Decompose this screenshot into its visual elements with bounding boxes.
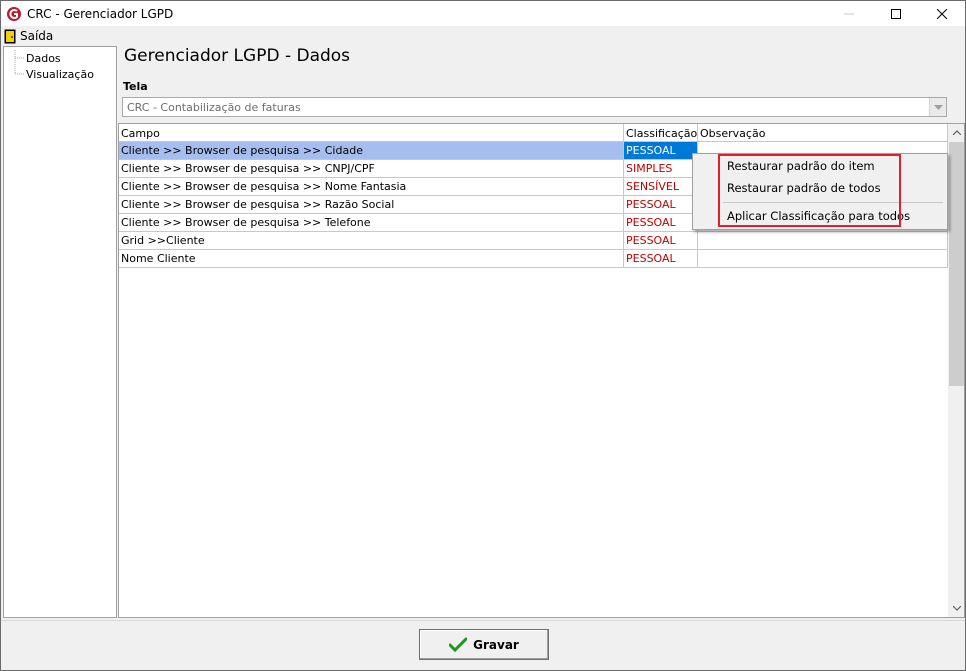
scrollbar-thumb[interactable]: [949, 142, 964, 386]
grid-header: Campo Classificação Observação: [119, 124, 948, 142]
cell-observacao[interactable]: [698, 250, 948, 268]
close-button[interactable]: [919, 1, 965, 26]
cell-campo[interactable]: Cliente >> Browser de pesquisa >> Nome F…: [119, 178, 624, 196]
column-header-campo[interactable]: Campo: [119, 124, 624, 142]
cell-campo[interactable]: Cliente >> Browser de pesquisa >> Cidade: [119, 142, 624, 160]
footer-divider: [1, 620, 965, 621]
title-bar: CRC - Gerenciador LGPD: [1, 1, 965, 26]
tree-item-dados[interactable]: Dados: [4, 50, 61, 66]
cell-classificacao[interactable]: PESSOAL: [624, 232, 698, 250]
maximize-icon: [891, 8, 901, 19]
menu-item-restore-item[interactable]: Restaurar padrão do item: [727, 159, 875, 173]
minimize-button[interactable]: [826, 1, 872, 26]
menu-exit-label: Saída: [20, 29, 54, 43]
table-row[interactable]: Nome Cliente PESSOAL: [119, 250, 948, 268]
dropdown-arrow-icon[interactable]: [929, 98, 946, 116]
cell-classificacao[interactable]: PESSOAL: [624, 250, 698, 268]
close-icon: [937, 8, 947, 19]
scroll-down-icon[interactable]: [948, 600, 964, 617]
menu-separator: [723, 202, 943, 203]
checkmark-icon: [449, 637, 468, 652]
tree-connector-icon: [4, 66, 26, 82]
menu-exit[interactable]: Saída: [1, 29, 53, 44]
cell-campo[interactable]: Cliente >> Browser de pesquisa >> Telefo…: [119, 214, 624, 232]
tela-label: Tela: [123, 80, 148, 93]
app-window: CRC - Gerenciador LGPD Saída Dados Visua…: [0, 0, 966, 671]
menu-item-apply-all[interactable]: Aplicar Classificação para todos: [727, 209, 910, 223]
cell-observacao[interactable]: [698, 232, 948, 250]
cell-campo[interactable]: Grid >>Cliente: [119, 232, 624, 250]
exit-door-icon: [4, 29, 16, 43]
cell-classificacao[interactable]: SENSÍVEL: [624, 178, 698, 196]
tree-connector-icon: [4, 50, 26, 66]
table-row[interactable]: Grid >>Cliente PESSOAL: [119, 232, 948, 250]
vertical-scrollbar[interactable]: [948, 124, 964, 617]
tela-select-value: CRC - Contabilização de faturas: [127, 100, 301, 114]
cell-classificacao[interactable]: SIMPLES: [624, 160, 698, 178]
maximize-button[interactable]: [873, 1, 919, 26]
cell-campo[interactable]: Cliente >> Browser de pesquisa >> Razão …: [119, 196, 624, 214]
cell-campo[interactable]: Nome Cliente: [119, 250, 624, 268]
context-menu: Restaurar padrão do item Restaurar padrã…: [692, 153, 948, 230]
tela-select[interactable]: CRC - Contabilização de faturas: [122, 97, 947, 117]
cell-classificacao[interactable]: PESSOAL: [624, 214, 698, 232]
app-logo-icon: [6, 6, 22, 22]
tree-item-label: Visualização: [26, 67, 94, 81]
save-button[interactable]: Gravar: [419, 629, 549, 660]
page-title: Gerenciador LGPD - Dados: [124, 46, 351, 66]
save-button-label: Gravar: [473, 637, 519, 652]
tree-item-label: Dados: [26, 51, 61, 65]
window-title: CRC - Gerenciador LGPD: [27, 6, 174, 21]
menu-bar: Saída: [1, 26, 965, 46]
cell-campo[interactable]: Cliente >> Browser de pesquisa >> CNPJ/C…: [119, 160, 624, 178]
cell-classificacao[interactable]: PESSOAL: [624, 142, 698, 160]
scroll-up-icon[interactable]: [948, 124, 964, 141]
minimize-icon: [844, 13, 854, 14]
tree-item-visualizacao[interactable]: Visualização: [4, 66, 94, 82]
menu-item-restore-all[interactable]: Restaurar padrão de todos: [727, 181, 881, 195]
column-header-classificacao[interactable]: Classificação: [624, 124, 698, 142]
column-header-observacao[interactable]: Observação: [698, 124, 948, 142]
navigation-tree: Dados Visualização: [3, 46, 117, 618]
cell-classificacao[interactable]: PESSOAL: [624, 196, 698, 214]
